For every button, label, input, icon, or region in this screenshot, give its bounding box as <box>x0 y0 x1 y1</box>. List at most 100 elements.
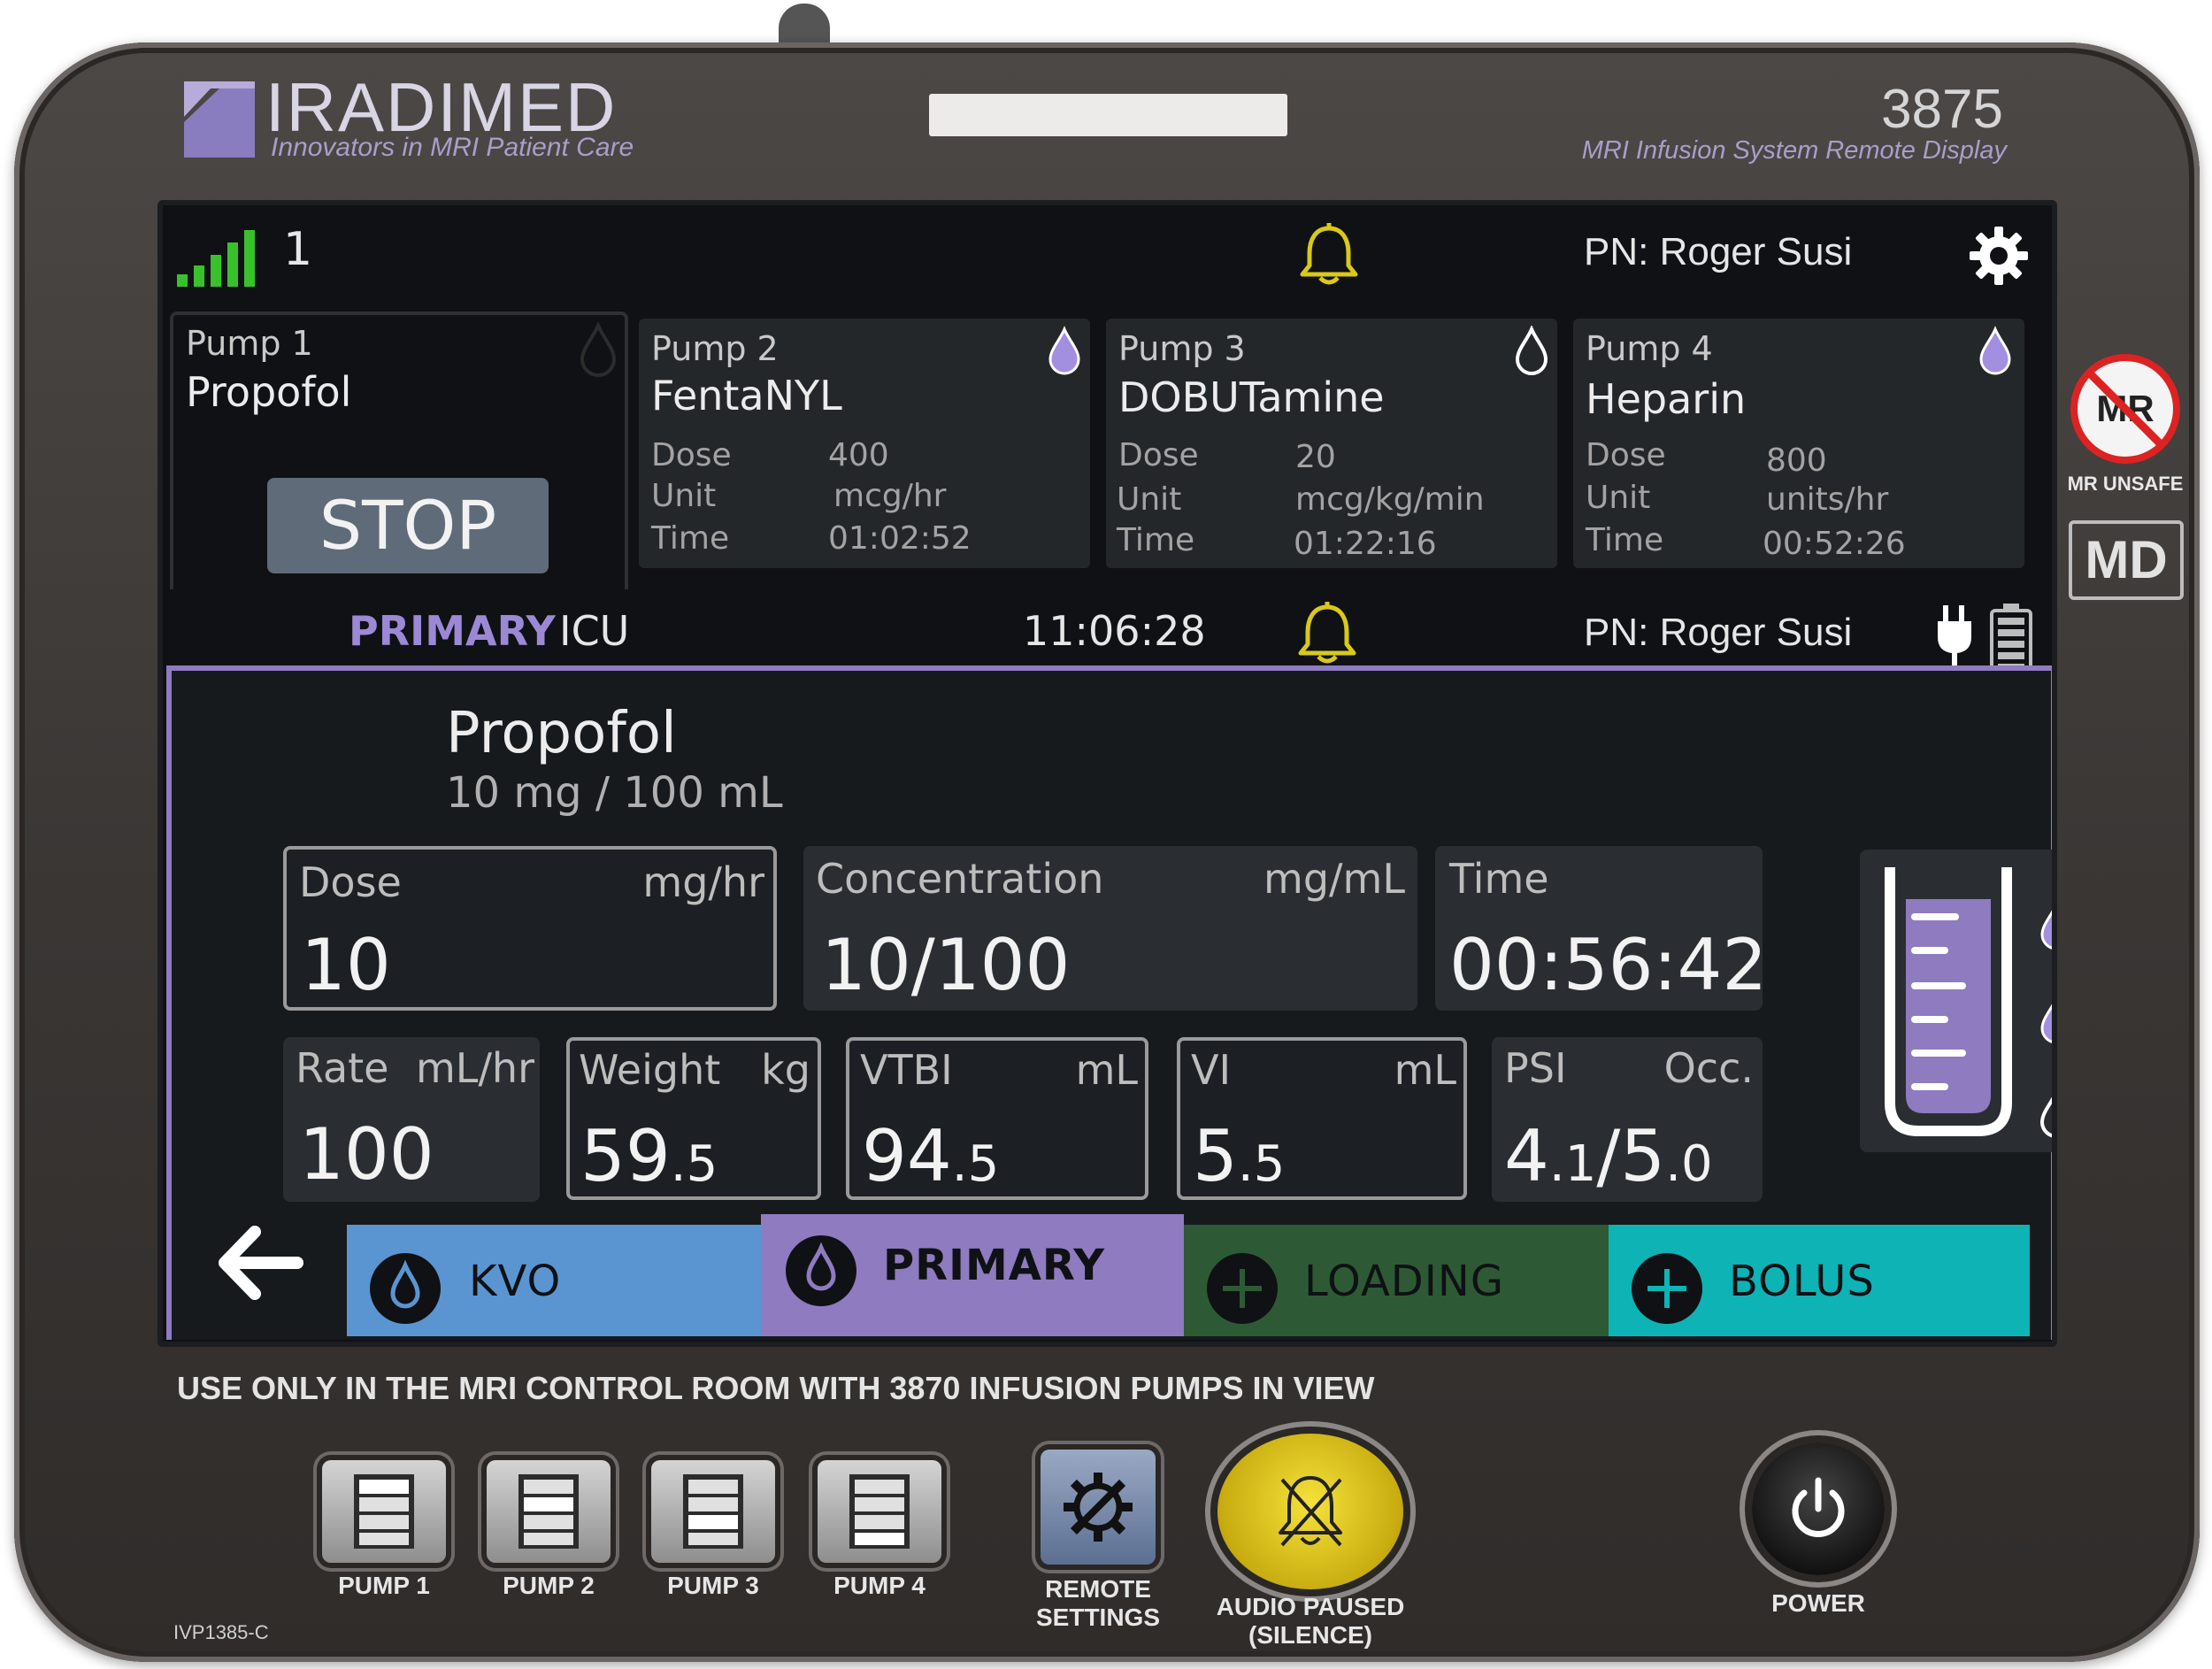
care-unit: ICU <box>559 607 630 655</box>
pump-title: Pump 4 <box>1586 329 1713 368</box>
concentration-tile: Concentration mg/mL 10/100 <box>803 846 1417 1011</box>
droplet-icon <box>1979 326 2011 375</box>
pump-2-card[interactable]: Pump 2 FentaNYL Dose 400 Unit mcg/hr Tim… <box>639 319 1090 568</box>
concentration-label: Concentration <box>816 855 1104 903</box>
dose-tile[interactable]: Dose mg/hr 10 <box>283 846 777 1011</box>
weight-value-dec: .5 <box>670 1135 718 1193</box>
pump-1-caption: PUMP 1 <box>338 1572 430 1599</box>
vtbi-unit: mL <box>1075 1046 1138 1094</box>
droplet-icon <box>2040 1004 2052 1043</box>
power-icon <box>1792 1477 1845 1537</box>
vi-value: 5.5 <box>1193 1115 1285 1197</box>
weight-label: Weight <box>579 1046 721 1094</box>
time-value: 01:22:16 <box>1294 526 1437 562</box>
pump-title: Pump 3 <box>1118 329 1246 368</box>
pump-4-caption: PUMP 4 <box>833 1572 926 1599</box>
alarm-bell-icon[interactable] <box>1294 600 1361 667</box>
psi-value: 4.1/5.0 <box>1504 1115 1713 1197</box>
pump-1-button[interactable] <box>322 1460 446 1563</box>
vtbi-value: 94.5 <box>862 1115 999 1197</box>
patient-name: PN: Roger Susi <box>1584 230 1853 273</box>
weight-tile[interactable]: Weight kg 59.5 <box>566 1037 821 1200</box>
remote-settings-caption: REMOTE SETTINGS <box>1014 1575 1182 1632</box>
power-button[interactable] <box>1752 1442 1885 1575</box>
signal-strength-icon <box>177 230 255 287</box>
time-tile: Time 00:56:42 <box>1435 846 1767 1011</box>
tab-bolus[interactable]: BOLUS <box>1609 1225 2030 1336</box>
dose-label: Dose <box>651 437 732 473</box>
pump-drug: FentaNYL <box>651 372 842 419</box>
time-value: 00:56:42 <box>1449 924 1768 1006</box>
antenna <box>779 4 830 48</box>
vtbi-value-dec: .5 <box>951 1135 1000 1193</box>
clock: 11:06:28 <box>1023 607 1206 655</box>
plus-icon <box>1207 1253 1278 1324</box>
psi-v1-int: 4 <box>1504 1115 1549 1197</box>
audio-paused-caption: AUDIO PAUSED (SILENCE) <box>1194 1593 1426 1650</box>
mr-unsafe-icon: MR <box>2070 354 2180 464</box>
pump-3-caption: PUMP 3 <box>667 1572 759 1599</box>
time-label: Time <box>1117 522 1195 558</box>
droplet-icon <box>2040 910 2052 950</box>
alarm-bell-icon[interactable] <box>1295 221 1363 288</box>
psi-v2-int: 5 <box>1620 1115 1666 1197</box>
md-badge: MD <box>2069 520 2184 600</box>
pump-3-button[interactable] <box>651 1460 775 1563</box>
rate-tile: Rate mL/hr 100 <box>283 1037 540 1202</box>
concentration-unit: mg/mL <box>1263 855 1405 903</box>
weight-unit: kg <box>761 1046 810 1094</box>
unit-value: mcg/kg/min <box>1295 481 1485 518</box>
display-screen: 1 PN: Roger Susi Pump 1 Propofol STOP Pu… <box>157 200 2057 1347</box>
back-arrow-icon[interactable] <box>216 1223 304 1303</box>
audio-paused-caption-line1: AUDIO PAUSED <box>1216 1593 1405 1620</box>
unit-value: units/hr <box>1766 481 1889 518</box>
dose-unit: mg/hr <box>642 858 764 906</box>
rate-label: Rate <box>296 1044 389 1092</box>
gear-icon[interactable] <box>1968 225 2030 287</box>
pump-2-button[interactable] <box>487 1460 611 1563</box>
stop-button[interactable]: STOP <box>267 478 549 573</box>
tab-primary[interactable]: PRIMARY <box>761 1214 1184 1336</box>
model-description: MRI Infusion System Remote Display <box>1581 136 2007 165</box>
vi-tile[interactable]: VI mL 5.5 <box>1177 1037 1467 1200</box>
tab-primary-label: PRIMARY <box>883 1241 1106 1290</box>
dose-label: Dose <box>1586 437 1666 473</box>
pump-4-card[interactable]: Pump 4 Heparin Dose 800 Unit units/hr Ti… <box>1573 319 2024 568</box>
remote-settings-button[interactable] <box>1041 1450 1156 1565</box>
pump-2-caption: PUMP 2 <box>503 1572 595 1599</box>
vtbi-tile[interactable]: VTBI mL 94.5 <box>846 1037 1148 1200</box>
psi-tile: PSI Occ. 4.1/5.0 <box>1492 1037 1763 1202</box>
tab-loading-label: LOADING <box>1304 1257 1505 1306</box>
tab-loading[interactable]: LOADING <box>1184 1225 1609 1336</box>
infusion-bag-tile <box>1860 850 2052 1152</box>
vtbi-value-int: 94 <box>862 1115 952 1197</box>
pump-drug: Propofol <box>186 368 352 416</box>
psi-v1-dec: .1 <box>1548 1135 1597 1193</box>
dose-label: Dose <box>1118 437 1199 473</box>
bell-muted-icon <box>1279 1476 1342 1547</box>
psi-v2-dec: .0 <box>1665 1135 1713 1193</box>
droplet-icon <box>370 1253 441 1324</box>
ac-plug-icon <box>1938 605 1971 673</box>
time-value: 01:02:52 <box>828 520 972 557</box>
pump-3-card[interactable]: Pump 3 DOBUTamine Dose 20 Unit mcg/kg/mi… <box>1106 319 1557 568</box>
tab-bolus-label: BOLUS <box>1729 1257 1875 1306</box>
unit-label: Unit <box>651 478 717 514</box>
pump-4-button[interactable] <box>818 1460 941 1563</box>
tab-kvo[interactable]: KVO <box>347 1225 761 1336</box>
weight-value: 59.5 <box>580 1115 718 1197</box>
pump-4-icon <box>849 1474 910 1549</box>
pump-title: Pump 1 <box>186 324 313 363</box>
unit-label: Unit <box>1117 481 1182 518</box>
rate-value: 100 <box>299 1113 434 1196</box>
audio-paused-button[interactable] <box>1217 1434 1403 1589</box>
power-caption: POWER <box>1771 1589 1865 1617</box>
dose-value: 10 <box>301 924 391 1006</box>
dose-label: Dose <box>299 858 402 906</box>
weight-value-int: 59 <box>580 1115 671 1197</box>
part-number: IVP1385-C <box>173 1621 269 1643</box>
droplet-icon <box>1515 326 1548 375</box>
remote-settings-caption-line2: SETTINGS <box>1035 1604 1160 1631</box>
droplet-icon <box>1048 326 1080 375</box>
time-value: 00:52:26 <box>1763 526 1906 562</box>
